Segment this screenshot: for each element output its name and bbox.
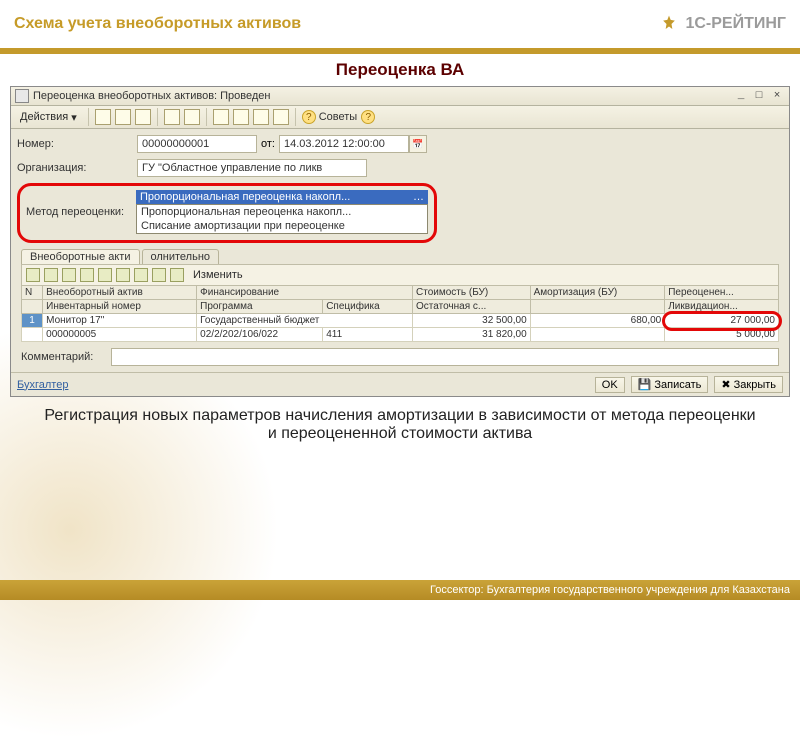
cell-inv[interactable]: 000000005	[43, 328, 197, 342]
col-amort[interactable]: Амортизация (БУ)	[530, 286, 665, 300]
statusbar: Бухгалтер OK 💾Записать ✖Закрыть	[11, 372, 789, 396]
tabs: Внеоборотные акти олнительно	[21, 249, 783, 264]
advice-button[interactable]: ? Советы	[302, 110, 357, 124]
form-area: Номер: 00000000001 от: 14.03.2012 12:00:…	[11, 129, 789, 372]
help-icon[interactable]: ?	[361, 110, 375, 124]
org-field[interactable]: ГУ "Областное управление по ликв	[137, 159, 367, 177]
toolbar-icon-4[interactable]	[164, 109, 180, 125]
cell-cost[interactable]: 32 500,00	[413, 314, 531, 328]
table-row: 000000005 02/2/202/106/022 411 31 820,00…	[22, 328, 779, 342]
highlight-method-box: Метод переоценки: Пропорциональная перео…	[17, 183, 437, 243]
ellipsis-icon[interactable]: …	[413, 191, 424, 203]
table-header-row-2: Инвентарный номер Программа Специфика Ос…	[22, 300, 779, 314]
slide-title: Схема учета внеоборотных активов	[14, 15, 301, 33]
gold-divider	[0, 48, 800, 54]
titlebar: Переоценка внеоборотных активов: Проведе…	[11, 87, 789, 106]
toolbar-icon-7[interactable]	[233, 109, 249, 125]
user-link[interactable]: Бухгалтер	[17, 379, 68, 391]
cell-n[interactable]: 1	[22, 314, 43, 328]
col-inv[interactable]: Инвентарный номер	[43, 300, 197, 314]
brand: 1С-РЕЙТИНГ	[659, 14, 786, 34]
toolbar-icon-1[interactable]	[95, 109, 111, 125]
org-label: Организация:	[17, 162, 137, 174]
add-row-icon[interactable]	[26, 268, 40, 282]
col-finance[interactable]: Финансирование	[197, 286, 413, 300]
method-option-1[interactable]: Пропорциональная переоценка накопл...	[137, 205, 427, 219]
window-icon	[15, 89, 29, 103]
close-icon: ✖	[721, 378, 730, 391]
toolbar-icon-9[interactable]	[273, 109, 289, 125]
col-cost[interactable]: Стоимость (БУ)	[413, 286, 531, 300]
tab-additional[interactable]: олнительно	[142, 249, 220, 264]
toolbar-icon-6[interactable]	[213, 109, 229, 125]
lightbulb-icon: ?	[302, 110, 316, 124]
edit-button[interactable]: Изменить	[188, 267, 248, 283]
sort-desc-icon[interactable]	[152, 268, 166, 282]
calendar-icon[interactable]: 📅	[409, 135, 427, 153]
brand-text: 1С-РЕЙТИНГ	[685, 15, 786, 33]
grid-toolbar: Изменить	[21, 264, 779, 285]
save-icon: 💾	[638, 378, 652, 391]
edit-row-icon[interactable]	[62, 268, 76, 282]
number-label: Номер:	[17, 138, 137, 150]
asset-table: N Внеоборотный актив Финансирование Стои…	[21, 285, 779, 342]
slide-description: Регистрация новых параметров начисления …	[40, 407, 760, 443]
toolbar-icon-8[interactable]	[253, 109, 269, 125]
comment-field[interactable]	[111, 348, 779, 366]
move-up-icon[interactable]	[98, 268, 112, 282]
slide-footer: Госсектор: Бухгалтерия государственного …	[0, 580, 800, 600]
col-n[interactable]: N	[22, 286, 43, 300]
sort-asc-icon[interactable]	[134, 268, 148, 282]
save-button[interactable]: 💾Записать	[631, 376, 709, 393]
comment-label: Комментарий:	[21, 351, 111, 363]
cell-liq[interactable]: 5 000,00	[665, 328, 779, 342]
ok-button[interactable]: OK	[595, 377, 625, 393]
close-button[interactable]: ✖Закрыть	[714, 376, 783, 393]
brand-logo-icon	[659, 14, 679, 34]
cell-rest[interactable]: 31 820,00	[413, 328, 531, 342]
toolbar-icon-2[interactable]	[115, 109, 131, 125]
cell-reval-highlight[interactable]: 27 000,00	[665, 314, 779, 328]
method-dropdown-selected[interactable]: Пропорциональная переоценка накопл...…	[136, 190, 428, 204]
method-dropdown-list: Пропорциональная переоценка накопл... Сп…	[136, 204, 428, 234]
col-asset[interactable]: Внеоборотный актив	[43, 286, 197, 300]
tab-assets[interactable]: Внеоборотные акти	[21, 249, 140, 264]
move-down-icon[interactable]	[116, 268, 130, 282]
window-title: Переоценка внеоборотных активов: Проведе…	[33, 90, 271, 102]
date-field[interactable]: 14.03.2012 12:00:00	[279, 135, 409, 153]
number-field[interactable]: 00000000001	[137, 135, 257, 153]
minimize-button[interactable]: _	[733, 90, 749, 102]
table-header-row-1: N Внеоборотный актив Финансирование Стои…	[22, 286, 779, 300]
delete-row-icon[interactable]	[80, 268, 94, 282]
table-row: 1 Монитор 17" Государственный бюджет 32 …	[22, 314, 779, 328]
cell-fin[interactable]: Государственный бюджет	[197, 314, 413, 328]
method-label: Метод переоценки:	[26, 206, 136, 218]
col-spec[interactable]: Специфика	[323, 300, 413, 314]
col-liq[interactable]: Ликвидацион...	[665, 300, 779, 314]
col-rest[interactable]: Остаточная с...	[413, 300, 531, 314]
fill-icon[interactable]	[170, 268, 184, 282]
form-window: Переоценка внеоборотных активов: Проведе…	[10, 86, 790, 397]
restore-button[interactable]: □	[751, 90, 767, 102]
col-prog[interactable]: Программа	[197, 300, 323, 314]
add-copy-icon[interactable]	[44, 268, 58, 282]
actions-menu[interactable]: Действия ▾	[15, 109, 82, 126]
method-option-2[interactable]: Списание амортизации при переоценке	[137, 219, 427, 233]
cell-amort[interactable]: 680,00	[530, 314, 665, 328]
toolbar-icon-5[interactable]	[184, 109, 200, 125]
cell-asset[interactable]: Монитор 17"	[43, 314, 197, 328]
from-label: от:	[261, 138, 275, 150]
cell-spec[interactable]: 411	[323, 328, 413, 342]
toolbar-icon-3[interactable]	[135, 109, 151, 125]
slide-header: Схема учета внеоборотных активов 1С-РЕЙТ…	[0, 0, 800, 48]
close-window-button[interactable]: ×	[769, 90, 785, 102]
cell-prog[interactable]: 02/2/202/106/022	[197, 328, 323, 342]
col-reval[interactable]: Переоценен...	[665, 286, 779, 300]
main-toolbar: Действия ▾ ? Советы ?	[11, 106, 789, 129]
section-title: Переоценка ВА	[0, 60, 800, 80]
